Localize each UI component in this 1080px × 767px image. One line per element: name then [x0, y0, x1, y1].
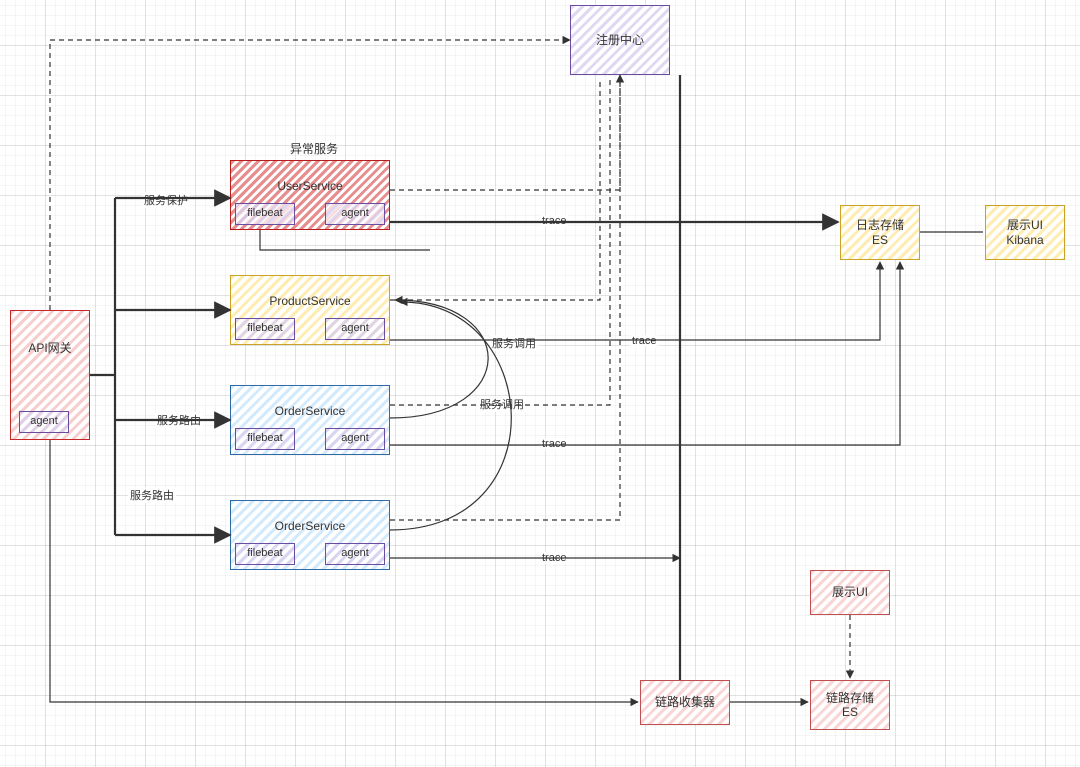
subnode-agent[interactable]: agent — [19, 411, 69, 433]
edge-product-to-registry — [390, 78, 600, 300]
title-anomalous-service: 异常服务 — [290, 140, 338, 157]
node-label: 展示UI — [832, 585, 868, 599]
node-label: API网关 — [28, 341, 71, 355]
node-label: 日志存储 ES — [856, 218, 904, 247]
subnode-filebeat[interactable]: filebeat — [235, 428, 295, 450]
subnode-filebeat[interactable]: filebeat — [235, 203, 295, 225]
subnode-label: agent — [30, 415, 58, 428]
diagram-stage[interactable]: API网关 agent 注册中心 异常服务 UserService filebe… — [0, 0, 1080, 767]
edge-label-service-call-2: 服务调用 — [478, 396, 526, 412]
edge-order2-to-registry — [390, 78, 620, 520]
edge-label-trace-1: trace — [540, 215, 568, 227]
edge-product-trace — [390, 262, 880, 340]
node-label: 注册中心 — [596, 33, 644, 47]
subnode-label: agent — [341, 432, 369, 445]
node-label: UserService — [277, 179, 342, 193]
edge-order1-trace — [390, 262, 900, 445]
subnode-label: agent — [341, 322, 369, 335]
node-label: ProductService — [269, 294, 350, 308]
subnode-label: filebeat — [247, 207, 282, 220]
subnode-label: agent — [341, 547, 369, 560]
node-trace-store[interactable]: 链路存储 ES — [810, 680, 890, 730]
node-user-service[interactable]: UserService filebeat agent — [230, 160, 390, 230]
node-order-service-2[interactable]: OrderService filebeat agent — [230, 500, 390, 570]
node-label: 链路存储 ES — [826, 691, 874, 720]
edge-label-trace-4: trace — [540, 552, 568, 564]
node-ui-trace[interactable]: 展示UI — [810, 570, 890, 615]
edge-gateway-agent-to-collector — [50, 440, 638, 702]
subnode-filebeat[interactable]: filebeat — [235, 543, 295, 565]
node-api-gateway[interactable]: API网关 agent — [10, 310, 90, 440]
node-product-service[interactable]: ProductService filebeat agent — [230, 275, 390, 345]
subnode-label: filebeat — [247, 432, 282, 445]
edge-label-service-protect: 服务保护 — [142, 192, 190, 208]
node-label: 展示UI Kibana — [1006, 218, 1043, 247]
subnode-agent[interactable]: agent — [325, 428, 385, 450]
node-log-store[interactable]: 日志存储 ES — [840, 205, 920, 260]
subnode-agent[interactable]: agent — [325, 203, 385, 225]
subnode-agent[interactable]: agent — [325, 318, 385, 340]
subnode-filebeat[interactable]: filebeat — [235, 318, 295, 340]
subnode-label: filebeat — [247, 547, 282, 560]
node-order-service-1[interactable]: OrderService filebeat agent — [230, 385, 390, 455]
edges-layer — [0, 0, 1080, 767]
node-ui-kibana[interactable]: 展示UI Kibana — [985, 205, 1065, 260]
subnode-agent[interactable]: agent — [325, 543, 385, 565]
edge-label-service-route-2: 服务路由 — [128, 487, 176, 503]
node-trace-collector[interactable]: 链路收集器 — [640, 680, 730, 725]
edge-user-to-registry — [390, 75, 620, 190]
subnode-label: filebeat — [247, 322, 282, 335]
node-registry[interactable]: 注册中心 — [570, 5, 670, 75]
edge-label-service-route-1: 服务路由 — [155, 412, 203, 428]
node-label: 链路收集器 — [655, 695, 715, 709]
edge-order1-to-registry — [390, 78, 610, 405]
edge-label-trace-3: trace — [540, 438, 568, 450]
edge-user-filebeat — [260, 230, 430, 250]
edge-label-trace-2: trace — [630, 335, 658, 347]
node-label: OrderService — [275, 519, 346, 533]
subnode-label: agent — [341, 207, 369, 220]
node-label: OrderService — [275, 404, 346, 418]
edge-order1-call-product — [390, 300, 488, 418]
edge-label-service-call-1: 服务调用 — [490, 335, 538, 351]
